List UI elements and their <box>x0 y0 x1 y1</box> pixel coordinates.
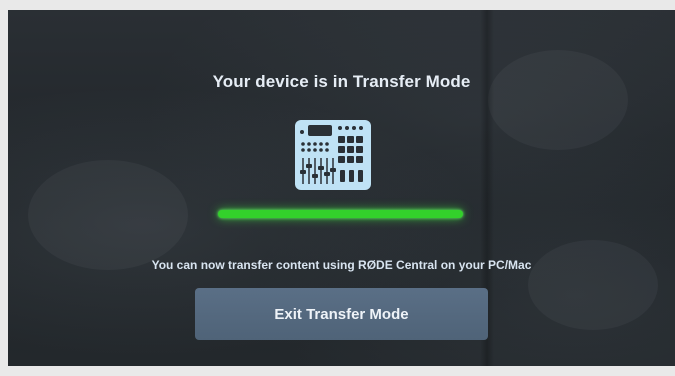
transfer-instructions: You can now transfer content using RØDE … <box>151 258 532 272</box>
transfer-mode-title: Your device is in Transfer Mode <box>212 72 471 91</box>
transfer-progress-bar <box>218 210 463 218</box>
exit-transfer-mode-button[interactable]: Exit Transfer Mode <box>195 288 488 340</box>
screen-smudge <box>28 160 188 270</box>
screen-smudge <box>528 240 658 330</box>
screen-smudge <box>488 50 628 150</box>
device-screen: Your device is in Transfer Mode You can … <box>8 10 675 366</box>
photo-frame: Your device is in Transfer Mode You can … <box>0 0 675 376</box>
transfer-progress-fill <box>218 210 463 218</box>
mixer-device-icon <box>295 120 371 190</box>
